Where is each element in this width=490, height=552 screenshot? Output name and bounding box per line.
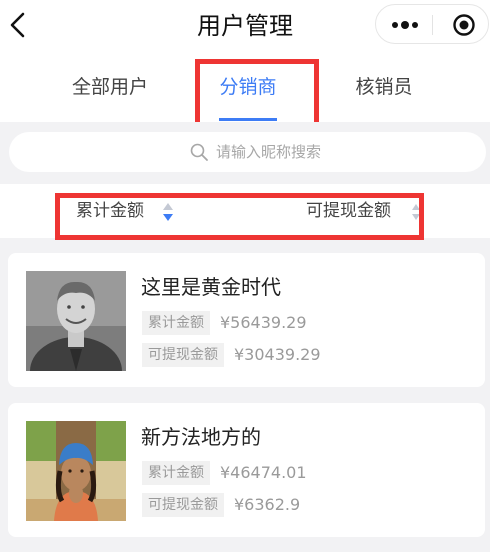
withdrawable-amount-tag: 可提现金额 <box>142 343 224 367</box>
distributor-card[interactable]: 新方法地方的 累计金额 ¥46474.01 可提现金额 ¥6362.9 <box>8 403 485 537</box>
total-amount-value: ¥46474.01 <box>220 463 307 482</box>
close-target-icon[interactable] <box>452 13 476 37</box>
capsule-divider <box>432 15 433 35</box>
tab-all-users[interactable]: 全部用户 <box>50 74 170 100</box>
user-name: 新方法地方的 <box>141 425 261 449</box>
more-dots-icon[interactable] <box>390 17 420 33</box>
total-amount-tag: 累计金额 <box>142 311 210 335</box>
tab-verifiers[interactable]: 核销员 <box>324 74 444 100</box>
avatar <box>26 421 126 521</box>
mini-program-capsule <box>375 4 489 44</box>
avatar <box>26 271 126 371</box>
distributor-card[interactable]: 这里是黄金时代 累计金额 ¥56439.29 可提现金额 ¥30439.29 <box>8 253 485 387</box>
total-amount-row: 累计金额 ¥46474.01 <box>142 461 307 485</box>
withdrawable-amount-row: 可提现金额 ¥30439.29 <box>142 343 321 367</box>
search-section: 请输入昵称搜索 <box>0 122 490 184</box>
total-amount-row: 累计金额 ¥56439.29 <box>142 311 307 335</box>
withdrawable-amount-value: ¥30439.29 <box>234 345 321 364</box>
total-amount-tag: 累计金额 <box>142 461 210 485</box>
withdrawable-amount-row: 可提现金额 ¥6362.9 <box>142 493 300 517</box>
search-input[interactable]: 请输入昵称搜索 <box>9 132 486 172</box>
highlight-box-sort <box>55 193 424 240</box>
search-icon <box>190 143 208 161</box>
search-placeholder: 请输入昵称搜索 <box>216 143 322 161</box>
total-amount-value: ¥56439.29 <box>220 313 307 332</box>
withdrawable-amount-tag: 可提现金额 <box>142 493 224 517</box>
user-name: 这里是黄金时代 <box>141 275 281 299</box>
nav-header: 用户管理 <box>0 0 490 52</box>
withdrawable-amount-value: ¥6362.9 <box>234 495 301 514</box>
